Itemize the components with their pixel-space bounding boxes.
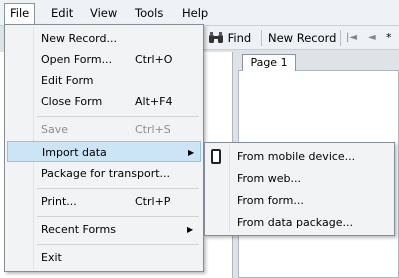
find-button[interactable]: Find bbox=[208, 30, 251, 46]
record-indicator: * bbox=[386, 31, 392, 44]
menu-item-label: Import data bbox=[42, 146, 107, 159]
submenu-item-label: From form... bbox=[237, 194, 304, 207]
menu-item-import-data[interactable]: Import data ▶ bbox=[7, 141, 201, 162]
menu-item-label: Edit Form bbox=[41, 74, 94, 87]
menu-item-label: Recent Forms bbox=[41, 223, 116, 236]
menu-separator bbox=[37, 188, 199, 189]
menu-tools[interactable]: Tools bbox=[129, 4, 169, 22]
menu-item-exit[interactable]: Exit bbox=[7, 247, 201, 268]
submenu-item-from-mobile-device[interactable]: From mobile device... bbox=[207, 146, 392, 167]
menu-item-open-form[interactable]: Open Form... Ctrl+O bbox=[7, 49, 201, 70]
menu-item-label: New Record... bbox=[41, 32, 117, 45]
binoculars-icon bbox=[209, 32, 223, 43]
menu-edit[interactable]: Edit bbox=[45, 4, 79, 22]
menu-view[interactable]: View bbox=[84, 4, 123, 22]
shortcut-label: Alt+F4 bbox=[135, 95, 173, 108]
shortcut-label: Ctrl+O bbox=[135, 53, 173, 66]
menu-file[interactable]: File bbox=[4, 3, 36, 25]
submenu-item-from-data-package[interactable]: From data package... bbox=[207, 212, 392, 233]
menu-item-save: Save Ctrl+S bbox=[7, 119, 201, 140]
mobile-device-icon bbox=[211, 149, 221, 164]
submenu-item-label: From data package... bbox=[237, 216, 353, 229]
menu-item-close-form[interactable]: Close Form Alt+F4 bbox=[7, 91, 201, 112]
find-label: Find bbox=[227, 31, 252, 45]
menu-item-new-record[interactable]: New Record... bbox=[7, 28, 201, 49]
submenu-arrow-icon: ▶ bbox=[187, 225, 194, 234]
menubar: File Edit View Tools Help bbox=[0, 0, 399, 26]
menu-separator bbox=[37, 244, 199, 245]
menu-item-label: Save bbox=[41, 123, 69, 136]
menu-item-recent-forms[interactable]: Recent Forms ▶ bbox=[7, 219, 201, 240]
menu-item-label: Close Form bbox=[41, 95, 103, 108]
previous-record-icon[interactable]: ◄ bbox=[368, 31, 376, 45]
tab-page-1[interactable]: Page 1 bbox=[242, 54, 296, 71]
import-data-submenu: From mobile device... From web... From f… bbox=[204, 142, 395, 236]
new-record-button[interactable]: New Record bbox=[268, 30, 336, 46]
first-record-icon[interactable]: |◄ bbox=[346, 31, 357, 45]
toolbar-separator bbox=[340, 30, 341, 46]
menu-separator bbox=[37, 116, 199, 117]
shortcut-label: Ctrl+P bbox=[135, 195, 171, 208]
menu-help[interactable]: Help bbox=[176, 4, 214, 22]
menu-item-edit-form[interactable]: Edit Form bbox=[7, 70, 201, 91]
submenu-item-label: From mobile device... bbox=[237, 150, 356, 163]
shortcut-label: Ctrl+S bbox=[135, 123, 171, 136]
submenu-item-label: From web... bbox=[237, 172, 301, 185]
toolbar: Find New Record |◄ ◄ * bbox=[200, 26, 399, 50]
menu-item-package-for-transport[interactable]: Package for transport... bbox=[7, 163, 201, 184]
submenu-item-from-form[interactable]: From form... bbox=[207, 190, 392, 211]
file-menu: New Record... Open Form... Ctrl+O Edit F… bbox=[4, 24, 204, 272]
toolbar-separator bbox=[261, 30, 262, 46]
menu-separator bbox=[37, 216, 199, 217]
menu-item-print[interactable]: Print... Ctrl+P bbox=[7, 191, 201, 212]
submenu-item-from-web[interactable]: From web... bbox=[207, 168, 392, 189]
menu-item-label: Exit bbox=[41, 251, 62, 264]
menu-item-label: Open Form... bbox=[41, 53, 113, 66]
menu-item-label: Print... bbox=[41, 195, 77, 208]
submenu-arrow-icon: ▶ bbox=[188, 148, 195, 157]
menu-item-label: Package for transport... bbox=[41, 167, 171, 180]
